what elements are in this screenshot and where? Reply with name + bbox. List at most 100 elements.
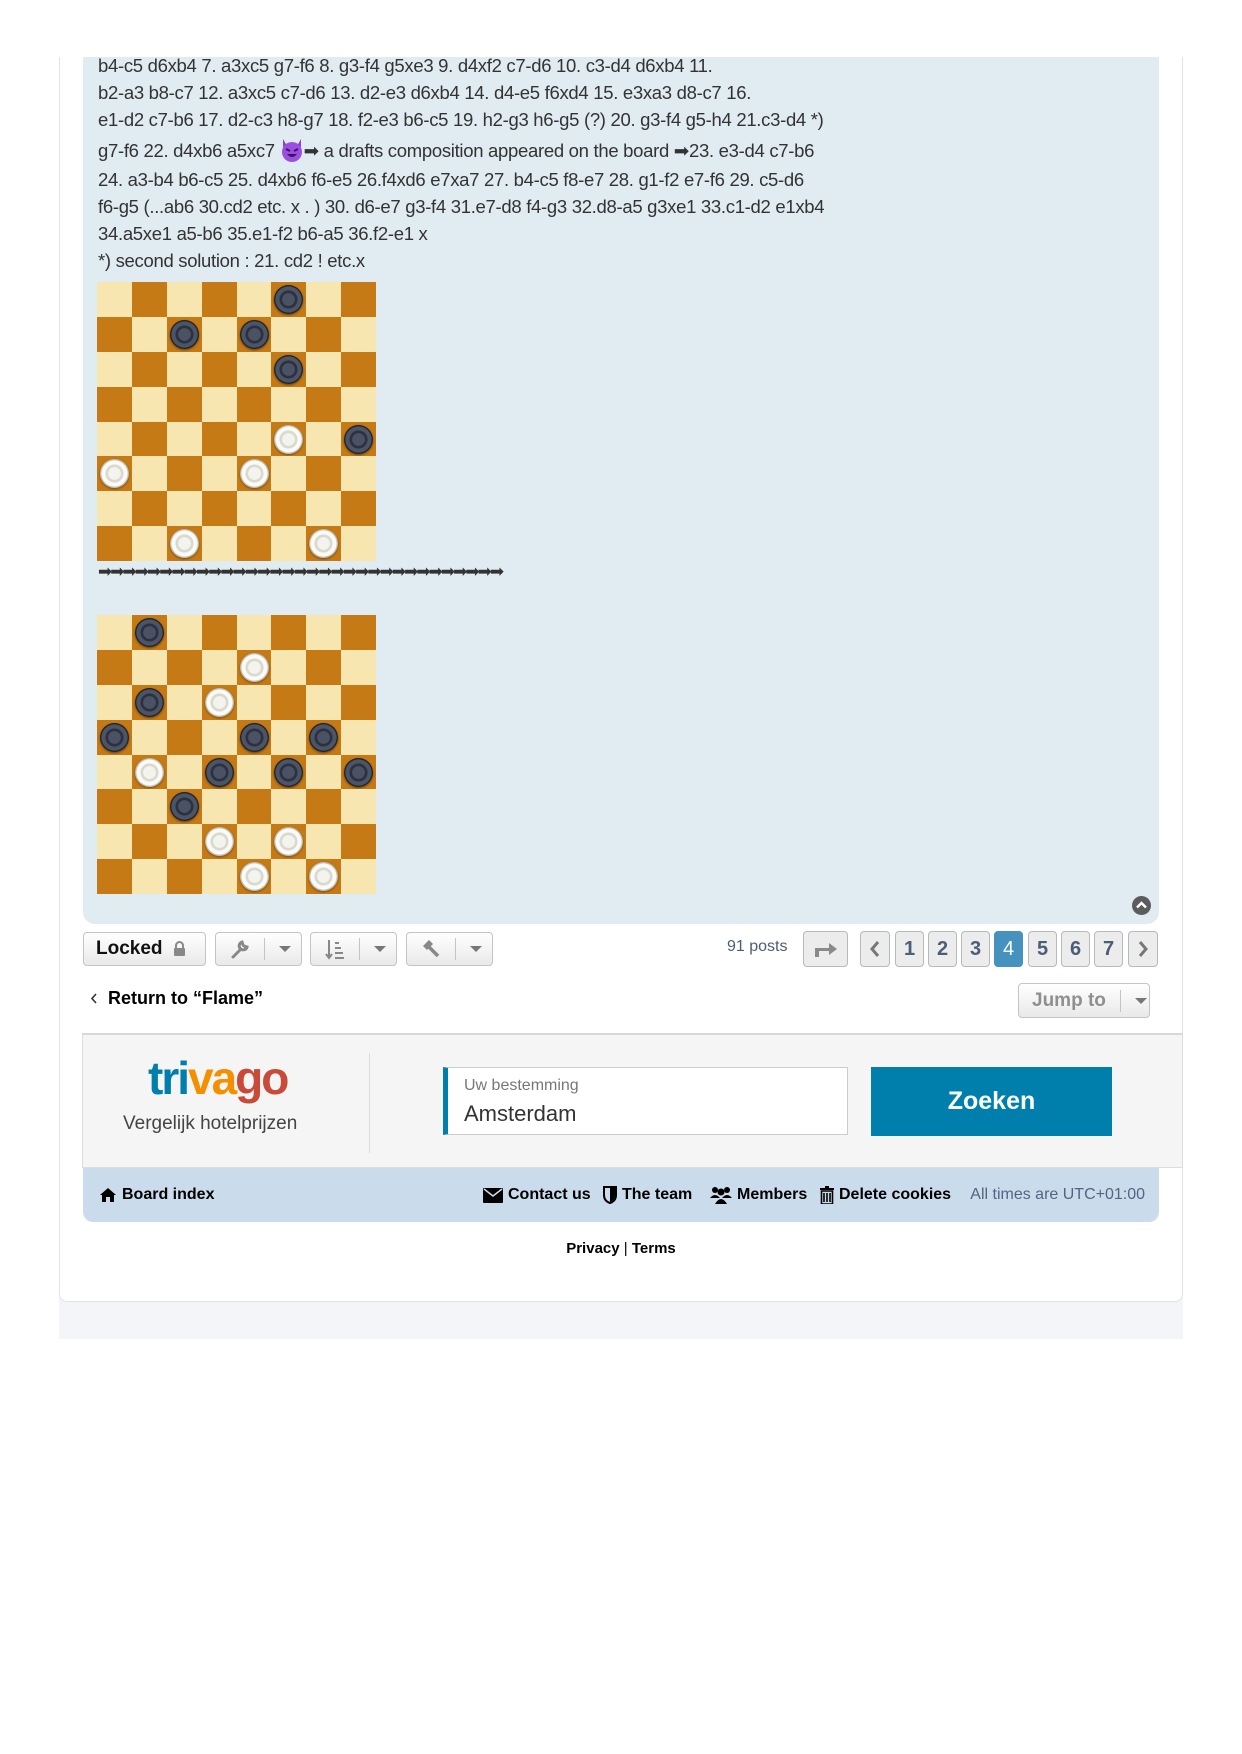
board-square (341, 526, 376, 561)
board-square (166, 456, 202, 492)
board-square (236, 526, 272, 561)
board-square (306, 754, 342, 790)
moderator-tools-button[interactable] (406, 932, 493, 966)
privacy-link[interactable]: Privacy (566, 1240, 619, 1257)
board-square (131, 719, 167, 755)
members-link[interactable]: Members (710, 1168, 807, 1222)
share-button[interactable] (803, 931, 848, 967)
board-square (341, 649, 376, 685)
page-2-button[interactable]: 2 (928, 931, 957, 967)
board-square (201, 649, 237, 685)
the-team-label: The team (622, 1186, 693, 1203)
black-piece (239, 319, 269, 349)
board-index-link[interactable]: Board index (99, 1168, 214, 1222)
page-6-button[interactable]: 6 (1061, 931, 1090, 967)
board-square (236, 684, 272, 720)
board-square (97, 351, 132, 387)
board-square (271, 754, 307, 790)
board-square (306, 456, 342, 492)
board-square (201, 824, 237, 860)
board-square (271, 456, 307, 492)
board-square (236, 615, 272, 650)
board-square (236, 649, 272, 685)
board-square (201, 421, 237, 457)
locked-button[interactable]: Locked (83, 932, 206, 966)
post-line: e1-d2 c7-b6 17. d2-c3 h8-g7 18. f2-e3 b6… (98, 109, 824, 130)
destination-input[interactable]: Uw bestemming Amsterdam (443, 1067, 848, 1135)
board-square (131, 526, 167, 561)
sort-button[interactable] (310, 932, 397, 966)
board-square (306, 282, 342, 317)
page-4-button[interactable]: 4 (994, 931, 1023, 967)
post-line: b2-a3 b8-c7 12. a3xc5 c7-d6 13. d2-e3 d6… (98, 82, 752, 103)
black-piece (309, 722, 339, 752)
white-piece (239, 459, 269, 489)
board-square (131, 491, 167, 527)
board-square (271, 684, 307, 720)
board-square (271, 316, 307, 352)
board-square (306, 316, 342, 352)
black-piece (274, 757, 304, 787)
board-square (131, 615, 167, 650)
ad-tagline: Vergelijk hotelprijzen (123, 1113, 298, 1134)
board-square (341, 859, 376, 894)
search-button[interactable]: Zoeken (871, 1067, 1112, 1136)
board-square (131, 859, 167, 894)
draughts-board-image (97, 615, 376, 894)
contact-us-label: Contact us (508, 1186, 591, 1203)
post-text: g7-f6 22. d4xb6 a5xc7 (98, 140, 280, 161)
the-team-link[interactable]: The team (603, 1168, 692, 1222)
back-to-top-button[interactable] (1132, 896, 1151, 915)
page-7-button[interactable]: 7 (1094, 931, 1123, 967)
page-3-button[interactable]: 3 (961, 931, 990, 967)
board-square (166, 421, 202, 457)
terms-link[interactable]: Terms (632, 1240, 676, 1257)
board-square (97, 421, 132, 457)
board-index-label: Board index (122, 1186, 215, 1203)
return-label: Return to “Flame” (108, 988, 264, 1008)
board-square (306, 386, 342, 422)
topic-tools-button[interactable] (215, 932, 302, 966)
black-piece (344, 757, 374, 787)
board-square (201, 615, 237, 650)
board-square (97, 719, 132, 755)
board-square (271, 615, 307, 650)
contact-us-link[interactable]: Contact us (483, 1168, 591, 1222)
board-square (306, 615, 342, 650)
destination-value: Amsterdam (464, 1101, 577, 1126)
shield-icon (603, 1186, 617, 1204)
board-square (306, 824, 342, 860)
board-square (236, 824, 272, 860)
delete-cookies-link[interactable]: Delete cookies (820, 1168, 951, 1222)
board-square (271, 859, 307, 894)
board-square (166, 386, 202, 422)
board-square (236, 719, 272, 755)
return-to-forum-link[interactable]: Return to “Flame” (90, 988, 263, 1009)
trivago-ad-banner[interactable]: trivago Vergelijk hotelprijzen Uw bestem… (82, 1033, 1183, 1168)
page-5-button[interactable]: 5 (1028, 931, 1057, 967)
board-square (201, 789, 237, 825)
footer-navbar: Board index Contact us The team Members … (83, 1168, 1159, 1222)
board-square (271, 421, 307, 457)
jump-to-dropdown[interactable]: Jump to (1018, 983, 1150, 1018)
caret-down-icon (1134, 997, 1147, 1004)
destination-label: Uw bestemming (464, 1077, 579, 1094)
board-square (341, 316, 376, 352)
board-square (341, 491, 376, 527)
board-square (201, 684, 237, 720)
board-square (341, 754, 376, 790)
board-square (97, 615, 132, 650)
previous-page-button[interactable] (860, 931, 890, 967)
divider (1119, 989, 1121, 1012)
next-page-button[interactable] (1128, 931, 1158, 967)
trash-icon (820, 1186, 834, 1204)
white-piece (204, 687, 234, 717)
board-square (131, 649, 167, 685)
black-piece (344, 424, 374, 454)
board-square (236, 491, 272, 527)
board-square (341, 282, 376, 317)
board-square (166, 316, 202, 352)
board-square (97, 859, 132, 894)
board-square (236, 789, 272, 825)
page-1-button[interactable]: 1 (895, 931, 924, 967)
